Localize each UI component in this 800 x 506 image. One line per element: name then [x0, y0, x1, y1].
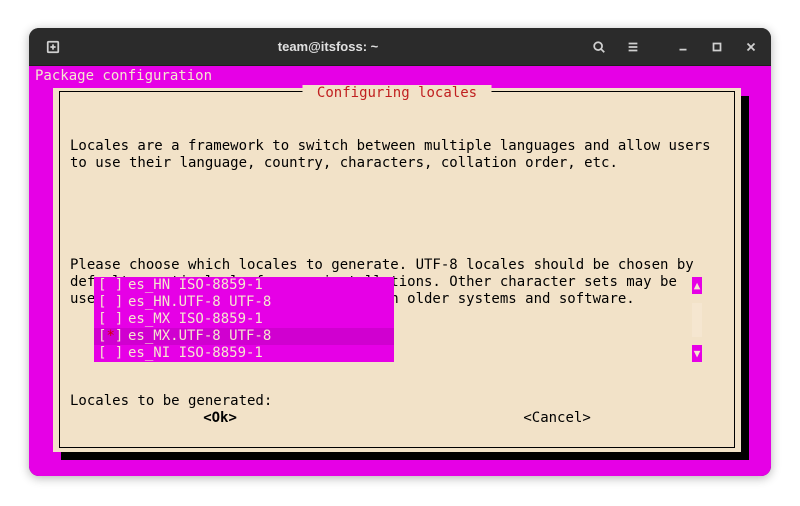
list-item-label: es_MX ISO-8859-1: [128, 311, 263, 328]
scroll-up-icon[interactable]: ▲: [692, 277, 702, 294]
list-item[interactable]: [ ] es_HN ISO-8859-1: [94, 277, 394, 294]
close-button[interactable]: [737, 33, 765, 61]
close-icon: [744, 40, 758, 54]
checkbox-icon: [ ]: [94, 294, 128, 311]
plus-box-icon: [46, 40, 60, 54]
dialog-para-1: Locales are a framework to switch betwee…: [70, 138, 724, 172]
list-item[interactable]: [*] es_MX.UTF-8 UTF-8: [94, 328, 394, 345]
list-item-label: es_NI ISO-8859-1: [128, 345, 263, 362]
minimize-button[interactable]: [669, 33, 697, 61]
cancel-button[interactable]: <Cancel>: [523, 410, 590, 427]
dialog-body: Locales are a framework to switch betwee…: [70, 104, 724, 444]
package-config-header: Package configuration: [35, 68, 212, 85]
locale-listbox[interactable]: [ ] es_HN ISO-8859-1 [ ] es_HN.UTF-8 UTF…: [94, 277, 394, 362]
dialog-buttons: <Ok> <Cancel>: [60, 410, 734, 427]
list-item[interactable]: [ ] es_MX ISO-8859-1: [94, 311, 394, 328]
checkbox-icon: [ ]: [94, 311, 128, 328]
list-item[interactable]: [ ] es_NI ISO-8859-1: [94, 345, 394, 362]
window-title: team@itsfoss: ~: [71, 39, 585, 54]
new-tab-button[interactable]: [39, 33, 67, 61]
terminal-window: team@itsfoss: ~ Package configuration: [29, 28, 771, 476]
list-item-label: es_HN ISO-8859-1: [128, 277, 263, 294]
search-button[interactable]: [585, 33, 613, 61]
checkbox-icon: [ ]: [94, 345, 128, 362]
config-dialog: Configuring locales Locales are a framew…: [53, 88, 741, 452]
scroll-down-icon[interactable]: ▼: [692, 345, 702, 362]
menu-button[interactable]: [619, 33, 647, 61]
dialog-border: Configuring locales Locales are a framew…: [59, 91, 735, 448]
scroll-thumb[interactable]: [692, 303, 702, 337]
maximize-icon: [710, 40, 724, 54]
list-item[interactable]: [ ] es_HN.UTF-8 UTF-8: [94, 294, 394, 311]
checkbox-icon: [ ]: [94, 277, 128, 294]
scrollbar[interactable]: ▲ ▼: [692, 277, 702, 362]
list-item-label: es_HN.UTF-8 UTF-8: [128, 294, 271, 311]
terminal-area[interactable]: Package configuration Configuring locale…: [29, 66, 771, 476]
dialog-title: Configuring locales: [302, 85, 491, 102]
ok-button[interactable]: <Ok>: [203, 410, 237, 427]
titlebar: team@itsfoss: ~: [29, 28, 771, 66]
dialog-prompt: Locales to be generated:: [70, 393, 724, 410]
minimize-icon: [676, 40, 690, 54]
maximize-button[interactable]: [703, 33, 731, 61]
list-item-label: es_MX.UTF-8 UTF-8: [128, 328, 271, 345]
search-icon: [592, 40, 606, 54]
checkbox-icon: [*]: [94, 328, 128, 345]
hamburger-icon: [626, 40, 640, 54]
